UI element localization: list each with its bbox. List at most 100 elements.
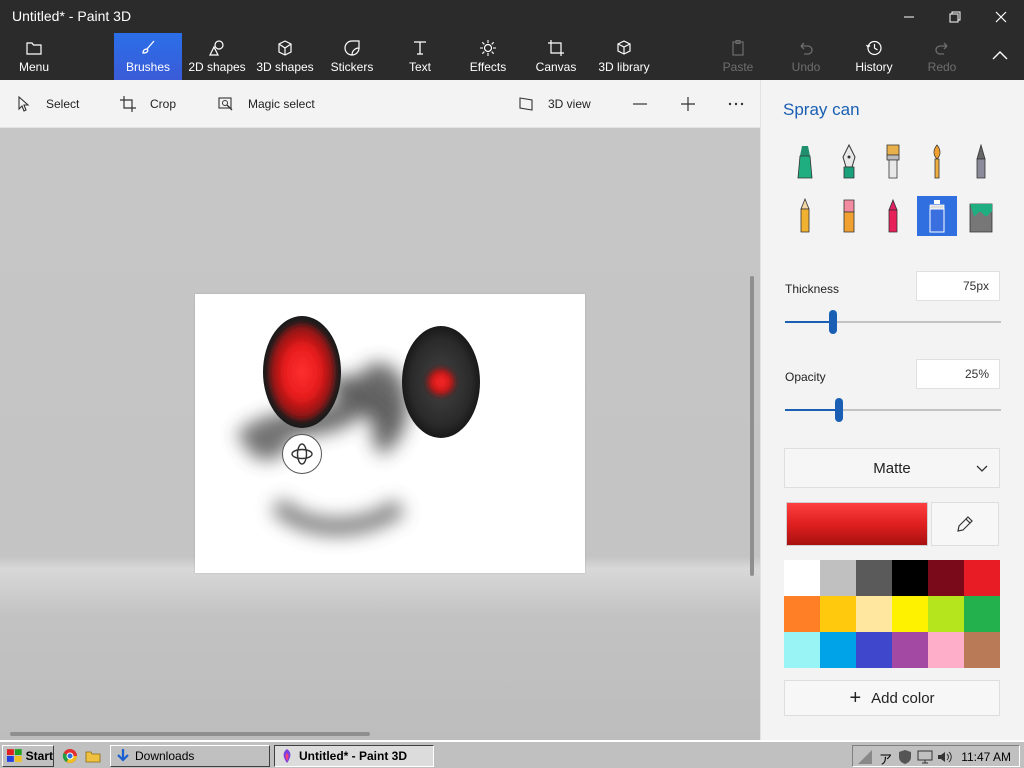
color-swatch[interactable] [784,560,820,596]
taskbar-downloads[interactable]: Downloads [110,745,270,767]
horizontal-scrollbar[interactable] [10,732,370,736]
color-palette [784,560,1000,668]
current-color-swatch[interactable] [786,502,928,546]
tab-label: Text [408,60,431,74]
network-icon[interactable] [857,749,873,765]
select-button[interactable]: Select [16,80,79,128]
magic-select-button[interactable]: Magic select [218,80,315,128]
pencil-icon [800,198,810,233]
oil-brush[interactable] [873,142,913,182]
start-label: Start [25,749,53,763]
start-button[interactable]: Start [2,745,54,767]
chevron-down-icon [976,465,988,472]
redo-button[interactable]: Redo [920,33,964,80]
tab-brushes[interactable]: Brushes [114,33,182,80]
color-swatch[interactable] [784,596,820,632]
rotate-handle[interactable] [282,434,322,474]
security-shield-icon[interactable] [897,749,913,765]
zoom-in-button[interactable] [680,80,696,128]
fill-brush[interactable] [961,196,1001,236]
vertical-scrollbar[interactable] [750,276,754,576]
color-swatch[interactable] [820,560,856,596]
thickness-label: Thickness [785,282,840,296]
color-swatch[interactable] [964,596,1000,632]
chrome-icon[interactable] [62,748,78,764]
cube-icon [614,39,634,57]
thickness-slider[interactable] [785,310,1001,334]
finish-dropdown[interactable]: Matte [784,448,1000,488]
watercolor-brush[interactable] [917,142,957,182]
volume-icon[interactable] [937,749,953,765]
color-swatch[interactable] [892,632,928,668]
opacity-input[interactable]: 25% [916,359,1000,389]
tab-stickers[interactable]: Stickers [328,33,376,80]
paste-button[interactable]: Paste [716,33,760,80]
display-icon[interactable] [917,749,933,765]
spray-can-brush[interactable] [917,196,957,236]
color-swatch[interactable] [784,632,820,668]
tab-label: Effects [469,60,507,74]
color-swatch[interactable] [856,632,892,668]
restore-button[interactable] [932,0,978,33]
crayon-icon [888,198,898,233]
color-swatch[interactable] [892,560,928,596]
3d-view-button[interactable]: 3D view [518,80,591,128]
opacity-slider[interactable] [785,398,1001,422]
history-button[interactable]: History [850,33,898,80]
close-button[interactable] [978,0,1024,33]
paint3d-label: Untitled* - Paint 3D [299,749,408,763]
clock: 11:47 AM [961,750,1011,764]
eraser-brush[interactable] [829,196,869,236]
thickness-input[interactable]: 75px [916,271,1000,301]
color-swatch[interactable] [892,596,928,632]
tab-effects[interactable]: Effects [464,33,512,80]
color-swatch[interactable] [856,560,892,596]
folder-icon [24,39,44,57]
crayon-brush[interactable] [873,196,913,236]
tab-canvas[interactable]: Canvas [532,33,580,80]
zoom-out-button[interactable] [632,80,648,128]
plus-icon [681,97,695,111]
color-swatch[interactable] [928,632,964,668]
magic-select-icon [218,97,233,111]
tab-3d-library[interactable]: 3D library [594,33,654,80]
folder-icon[interactable] [85,748,101,764]
taskbar-paint3d[interactable]: Untitled* - Paint 3D [274,745,434,767]
windows-logo-icon [7,749,22,762]
pixel-pen-icon [976,144,986,179]
color-swatch[interactable] [964,632,1000,668]
tab-label: 3D library [598,60,650,74]
drawing-canvas[interactable] [195,294,585,573]
opacity-slider-thumb[interactable] [835,398,843,422]
crop-button[interactable]: Crop [120,80,176,128]
color-swatch[interactable] [820,632,856,668]
pencil-brush[interactable] [785,196,825,236]
eyedropper-button[interactable] [931,502,999,546]
marker-brush[interactable] [785,142,825,182]
minimize-icon [904,16,914,17]
color-swatch[interactable] [856,596,892,632]
tab-3d-shapes[interactable]: 3D shapes [254,33,316,80]
minimize-button[interactable] [886,0,932,33]
close-icon [995,11,1007,22]
redo-icon [932,39,952,57]
add-color-button[interactable]: + Add color [784,680,1000,716]
color-swatch[interactable] [820,596,856,632]
collapse-ribbon-button[interactable] [984,33,1016,80]
color-swatch[interactable] [928,560,964,596]
more-options-button[interactable] [728,80,744,128]
undo-button[interactable]: Undo [784,33,828,80]
plus-icon: + [849,686,862,709]
chevron-up-icon [990,47,1010,65]
tab-text[interactable]: Text [398,33,442,80]
thickness-slider-thumb[interactable] [829,310,837,334]
history-label: History [855,60,893,74]
color-swatch[interactable] [964,560,1000,596]
pixel-pen-brush[interactable] [961,142,1001,182]
calligraphy-pen-brush[interactable] [829,142,869,182]
ime-indicator[interactable]: ア [879,749,892,768]
tab-2d-shapes[interactable]: 2D shapes [186,33,248,80]
right-pupil [427,368,455,396]
tab-menu[interactable]: Menu [10,33,58,80]
color-swatch[interactable] [928,596,964,632]
